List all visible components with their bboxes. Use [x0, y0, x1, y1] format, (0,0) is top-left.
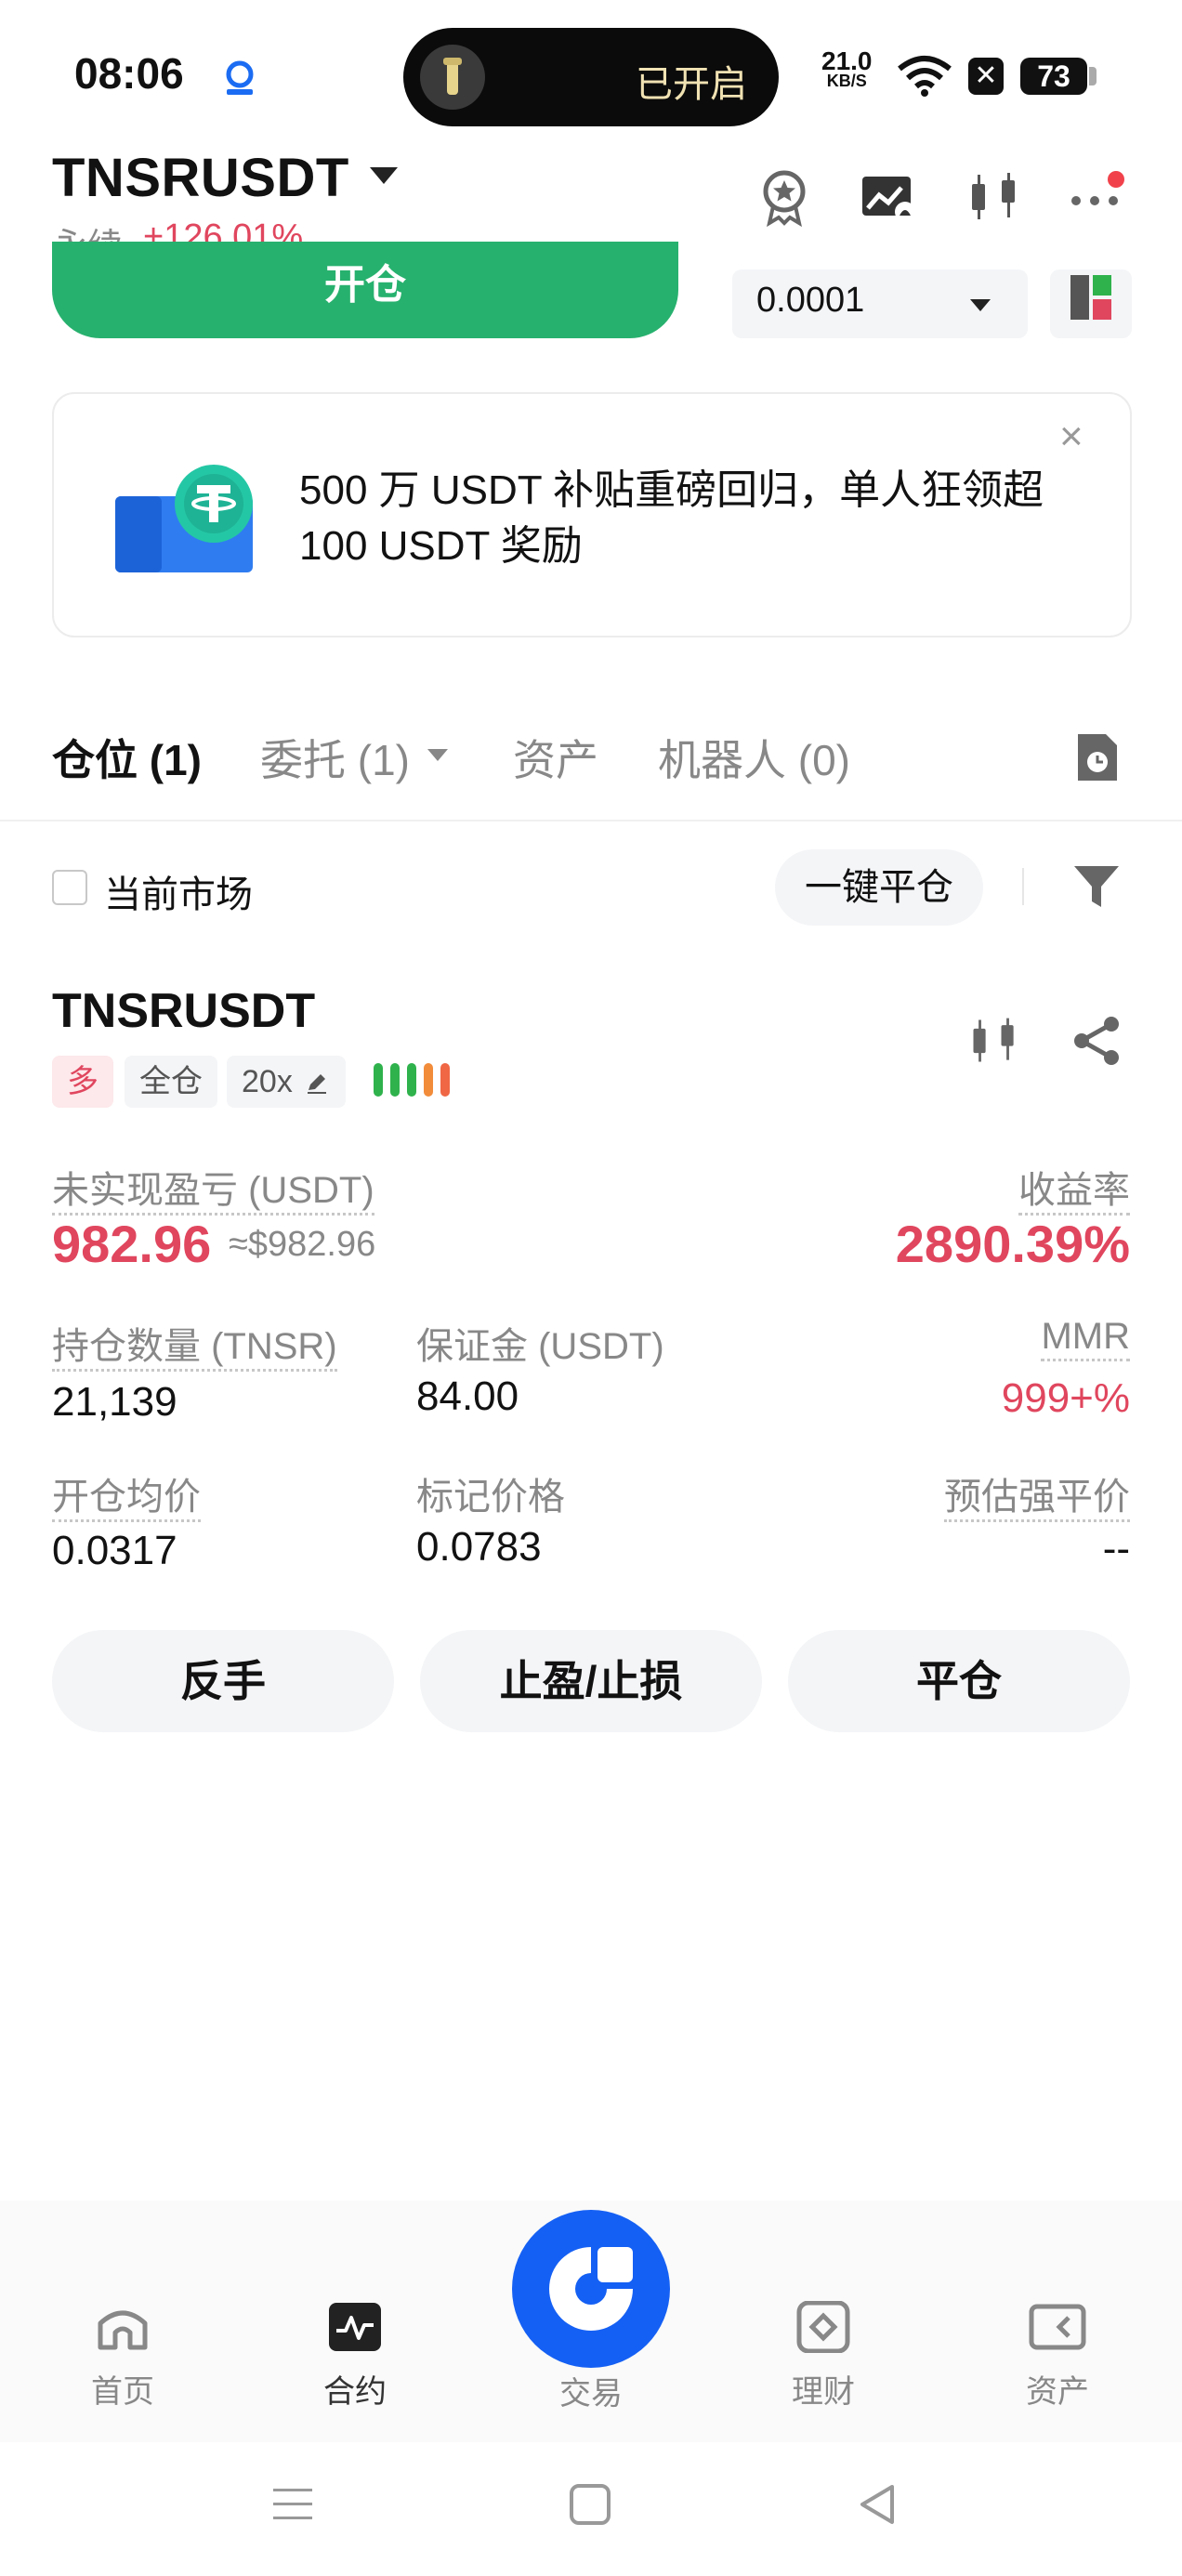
unrealized-pnl-value: 982.96	[52, 1215, 212, 1273]
futures-icon	[329, 2303, 381, 2351]
nav-futures-label: 合约	[323, 2374, 387, 2410]
home-square-icon[interactable]	[567, 2481, 613, 2528]
wifi-icon	[898, 56, 952, 97]
sim-off-icon: ✕	[968, 58, 1004, 95]
entry-label-wrap[interactable]: 开仓均价	[52, 1466, 201, 1522]
pair-title[interactable]: TNSRUSDT	[52, 147, 349, 209]
separator	[1022, 868, 1024, 905]
liq-price-label: 预估强平价	[944, 1477, 1130, 1522]
unrealized-pnl-label: 未实现盈亏 (USDT)	[52, 1170, 374, 1216]
nav-assets-label: 资产	[1026, 2374, 1089, 2410]
liq-label-wrap[interactable]: 预估强平价	[944, 1466, 1130, 1522]
nav-home[interactable]: 首页	[48, 2301, 197, 2412]
network-speed: 21.0 KB/S	[821, 46, 873, 90]
usdt-coupon-icon	[115, 465, 253, 572]
leverage-badge[interactable]: 20x	[227, 1056, 346, 1108]
current-market-label[interactable]: 当前市场	[104, 864, 253, 918]
margin-value: 84.00	[416, 1373, 519, 1419]
history-document-icon[interactable]	[1074, 730, 1121, 784]
tab-orders[interactable]: 委托 (1)	[260, 727, 410, 788]
open-position-button[interactable]: 开仓	[52, 242, 678, 338]
close-position-button[interactable]: 平仓	[788, 1630, 1130, 1732]
flashlight-icon	[420, 45, 485, 110]
side-badge: 多	[52, 1056, 113, 1108]
orderbook-layout-button[interactable]	[1050, 269, 1132, 338]
flashlight-status: 已开启	[636, 64, 747, 105]
unrealized-pnl-usd: ≈$982.96	[229, 1225, 376, 1264]
earn-icon	[796, 2301, 850, 2353]
promo-text: 500 万 USDT 补贴重磅回归，单人狂领超 100 USDT 奖励	[299, 467, 1044, 569]
chevron-down-icon[interactable]	[427, 749, 448, 761]
nav-earn[interactable]: 理财	[749, 2301, 898, 2412]
tab-positions[interactable]: 仓位 (1)	[52, 727, 202, 788]
candlestick-icon[interactable]	[965, 167, 1024, 227]
nav-assets[interactable]: 资产	[983, 2301, 1132, 2412]
dynamic-island[interactable]: 已开启	[403, 28, 779, 126]
tab-bots[interactable]: 机器人 (0)	[658, 727, 850, 788]
risk-bar-2	[390, 1063, 400, 1097]
status-time: 08:06	[74, 49, 184, 98]
share-icon[interactable]	[1069, 1013, 1124, 1069]
close-icon[interactable]: ×	[1059, 416, 1084, 457]
battery-indicator: 73	[1020, 58, 1087, 95]
battery-cap	[1089, 67, 1097, 85]
edit-icon	[308, 1074, 327, 1094]
entry-price-label: 开仓均价	[52, 1477, 201, 1522]
reverse-button[interactable]: 反手	[52, 1630, 394, 1732]
candlestick-icon[interactable]	[966, 1013, 1022, 1069]
close-all-button[interactable]: 一键平仓	[775, 849, 983, 926]
tab-divider	[0, 820, 1182, 821]
layout-icon	[1070, 275, 1111, 320]
qty-step-select[interactable]: 0.0001	[732, 269, 1028, 338]
roe-label-wrap[interactable]: 收益率	[1018, 1160, 1130, 1216]
margin-label: 保证金 (USDT)	[416, 1326, 664, 1367]
home-icon	[98, 2310, 148, 2350]
entry-price-value: 0.0317	[52, 1528, 177, 1573]
tab-assets[interactable]: 资产	[513, 727, 598, 788]
menu-icon[interactable]	[269, 2481, 316, 2528]
risk-bar-5	[440, 1063, 450, 1097]
nav-home-label: 首页	[91, 2374, 154, 2410]
tp-sl-button[interactable]: 止盈/止损	[420, 1630, 762, 1732]
risk-bar-4	[424, 1063, 433, 1097]
award-icon[interactable]	[755, 167, 814, 227]
wallet-icon	[1029, 2304, 1086, 2350]
margin-mode-badge: 全仓	[125, 1056, 217, 1108]
mark-price-label: 标记价格	[416, 1477, 565, 1518]
mark-price-value: 0.0783	[416, 1524, 542, 1570]
back-icon[interactable]	[855, 2481, 901, 2528]
mmr-label: MMR	[1041, 1316, 1130, 1361]
nav-futures[interactable]: 合约	[281, 2301, 429, 2412]
trade-icon	[549, 2247, 633, 2331]
unrealized-pnl-label-wrap[interactable]: 未实现盈亏 (USDT)	[52, 1160, 374, 1216]
trade-fab-button[interactable]	[512, 2210, 670, 2368]
chart-image-icon[interactable]	[859, 167, 918, 227]
size-value: 21,139	[52, 1379, 177, 1425]
size-label-wrap[interactable]: 持仓数量 (TNSR)	[52, 1316, 337, 1372]
liq-price-value: --	[1102, 1526, 1130, 1571]
current-market-checkbox[interactable]	[52, 870, 87, 905]
app-notification-icon	[226, 60, 254, 95]
size-label: 持仓数量 (TNSR)	[52, 1326, 337, 1372]
roe-label: 收益率	[1018, 1170, 1130, 1216]
mmr-label-wrap[interactable]: MMR	[1041, 1316, 1130, 1361]
filter-icon[interactable]	[1070, 861, 1123, 913]
chevron-down-icon	[970, 299, 991, 311]
nav-trade-label[interactable]: 交易	[517, 2368, 665, 2413]
promo-banner[interactable]: 500 万 USDT 补贴重磅回归，单人狂领超 100 USDT 奖励 ×	[52, 392, 1132, 637]
risk-bar-1	[374, 1063, 383, 1097]
mmr-value: 999+%	[1001, 1375, 1130, 1421]
pair-dropdown-icon[interactable]	[370, 167, 398, 184]
nav-earn-label: 理财	[792, 2374, 855, 2410]
roe-value: 2890.39%	[895, 1215, 1130, 1273]
risk-bar-3	[407, 1063, 416, 1097]
position-symbol[interactable]: TNSRUSDT	[52, 983, 315, 1039]
notification-dot	[1108, 171, 1124, 188]
